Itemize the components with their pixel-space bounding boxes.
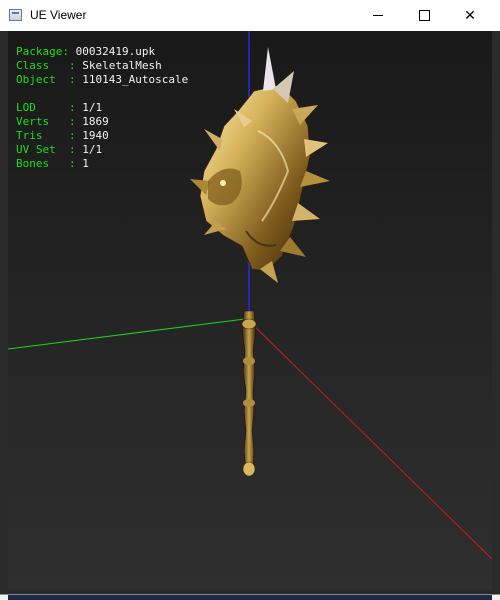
info-key: Tris : xyxy=(16,129,83,142)
window-title: UE Viewer xyxy=(30,8,87,22)
info-row: Tris : 1940 xyxy=(16,129,188,143)
maximize-button[interactable] xyxy=(401,0,447,31)
close-button[interactable]: ✕ xyxy=(447,0,493,31)
info-value: 1/1 xyxy=(82,143,103,156)
info-key: UV Set : xyxy=(16,143,83,156)
info-value: 1 xyxy=(82,157,89,170)
info-value: 110143_Autoscale xyxy=(82,73,189,86)
info-key: Package: xyxy=(16,45,76,58)
app-window-icon xyxy=(9,9,22,21)
info-key: Verts : xyxy=(16,115,83,128)
info-key: Object : xyxy=(16,73,83,86)
info-row: UV Set : 1/1 xyxy=(16,143,188,157)
maximize-icon xyxy=(418,10,430,21)
ue-viewer-window: UE Viewer ✕ Package: 00032419.upk Class … xyxy=(0,0,500,594)
info-row: LOD : 1/1 xyxy=(16,101,188,115)
mesh-viewport[interactable]: Package: 00032419.upk Class : SkeletalMes… xyxy=(8,31,492,590)
minimize-button[interactable] xyxy=(355,0,401,31)
close-icon: ✕ xyxy=(464,7,476,23)
mace-mesh xyxy=(190,47,330,477)
info-key: LOD : xyxy=(16,101,83,114)
info-row: Bones : 1 xyxy=(16,157,188,171)
minimize-icon xyxy=(373,15,383,16)
y-axis-line xyxy=(8,318,246,350)
info-value: 1/1 xyxy=(82,101,103,114)
info-row: Package: 00032419.upk xyxy=(16,45,188,59)
info-key: Bones : xyxy=(16,157,83,170)
info-value: 00032419.upk xyxy=(75,45,156,58)
info-row: Object : 110143_Autoscale xyxy=(16,73,188,87)
info-value: 1869 xyxy=(82,115,109,128)
info-row: Verts : 1869 xyxy=(16,115,188,129)
info-row: Class : SkeletalMesh xyxy=(16,59,188,73)
title-bar[interactable]: UE Viewer ✕ xyxy=(0,0,500,31)
info-key: Class : xyxy=(16,59,83,72)
mesh-info-panel: Package: 00032419.upk Class : SkeletalMes… xyxy=(16,45,188,171)
x-axis-line xyxy=(247,319,492,560)
info-value: SkeletalMesh xyxy=(82,59,162,72)
info-value: 1940 xyxy=(82,129,109,142)
